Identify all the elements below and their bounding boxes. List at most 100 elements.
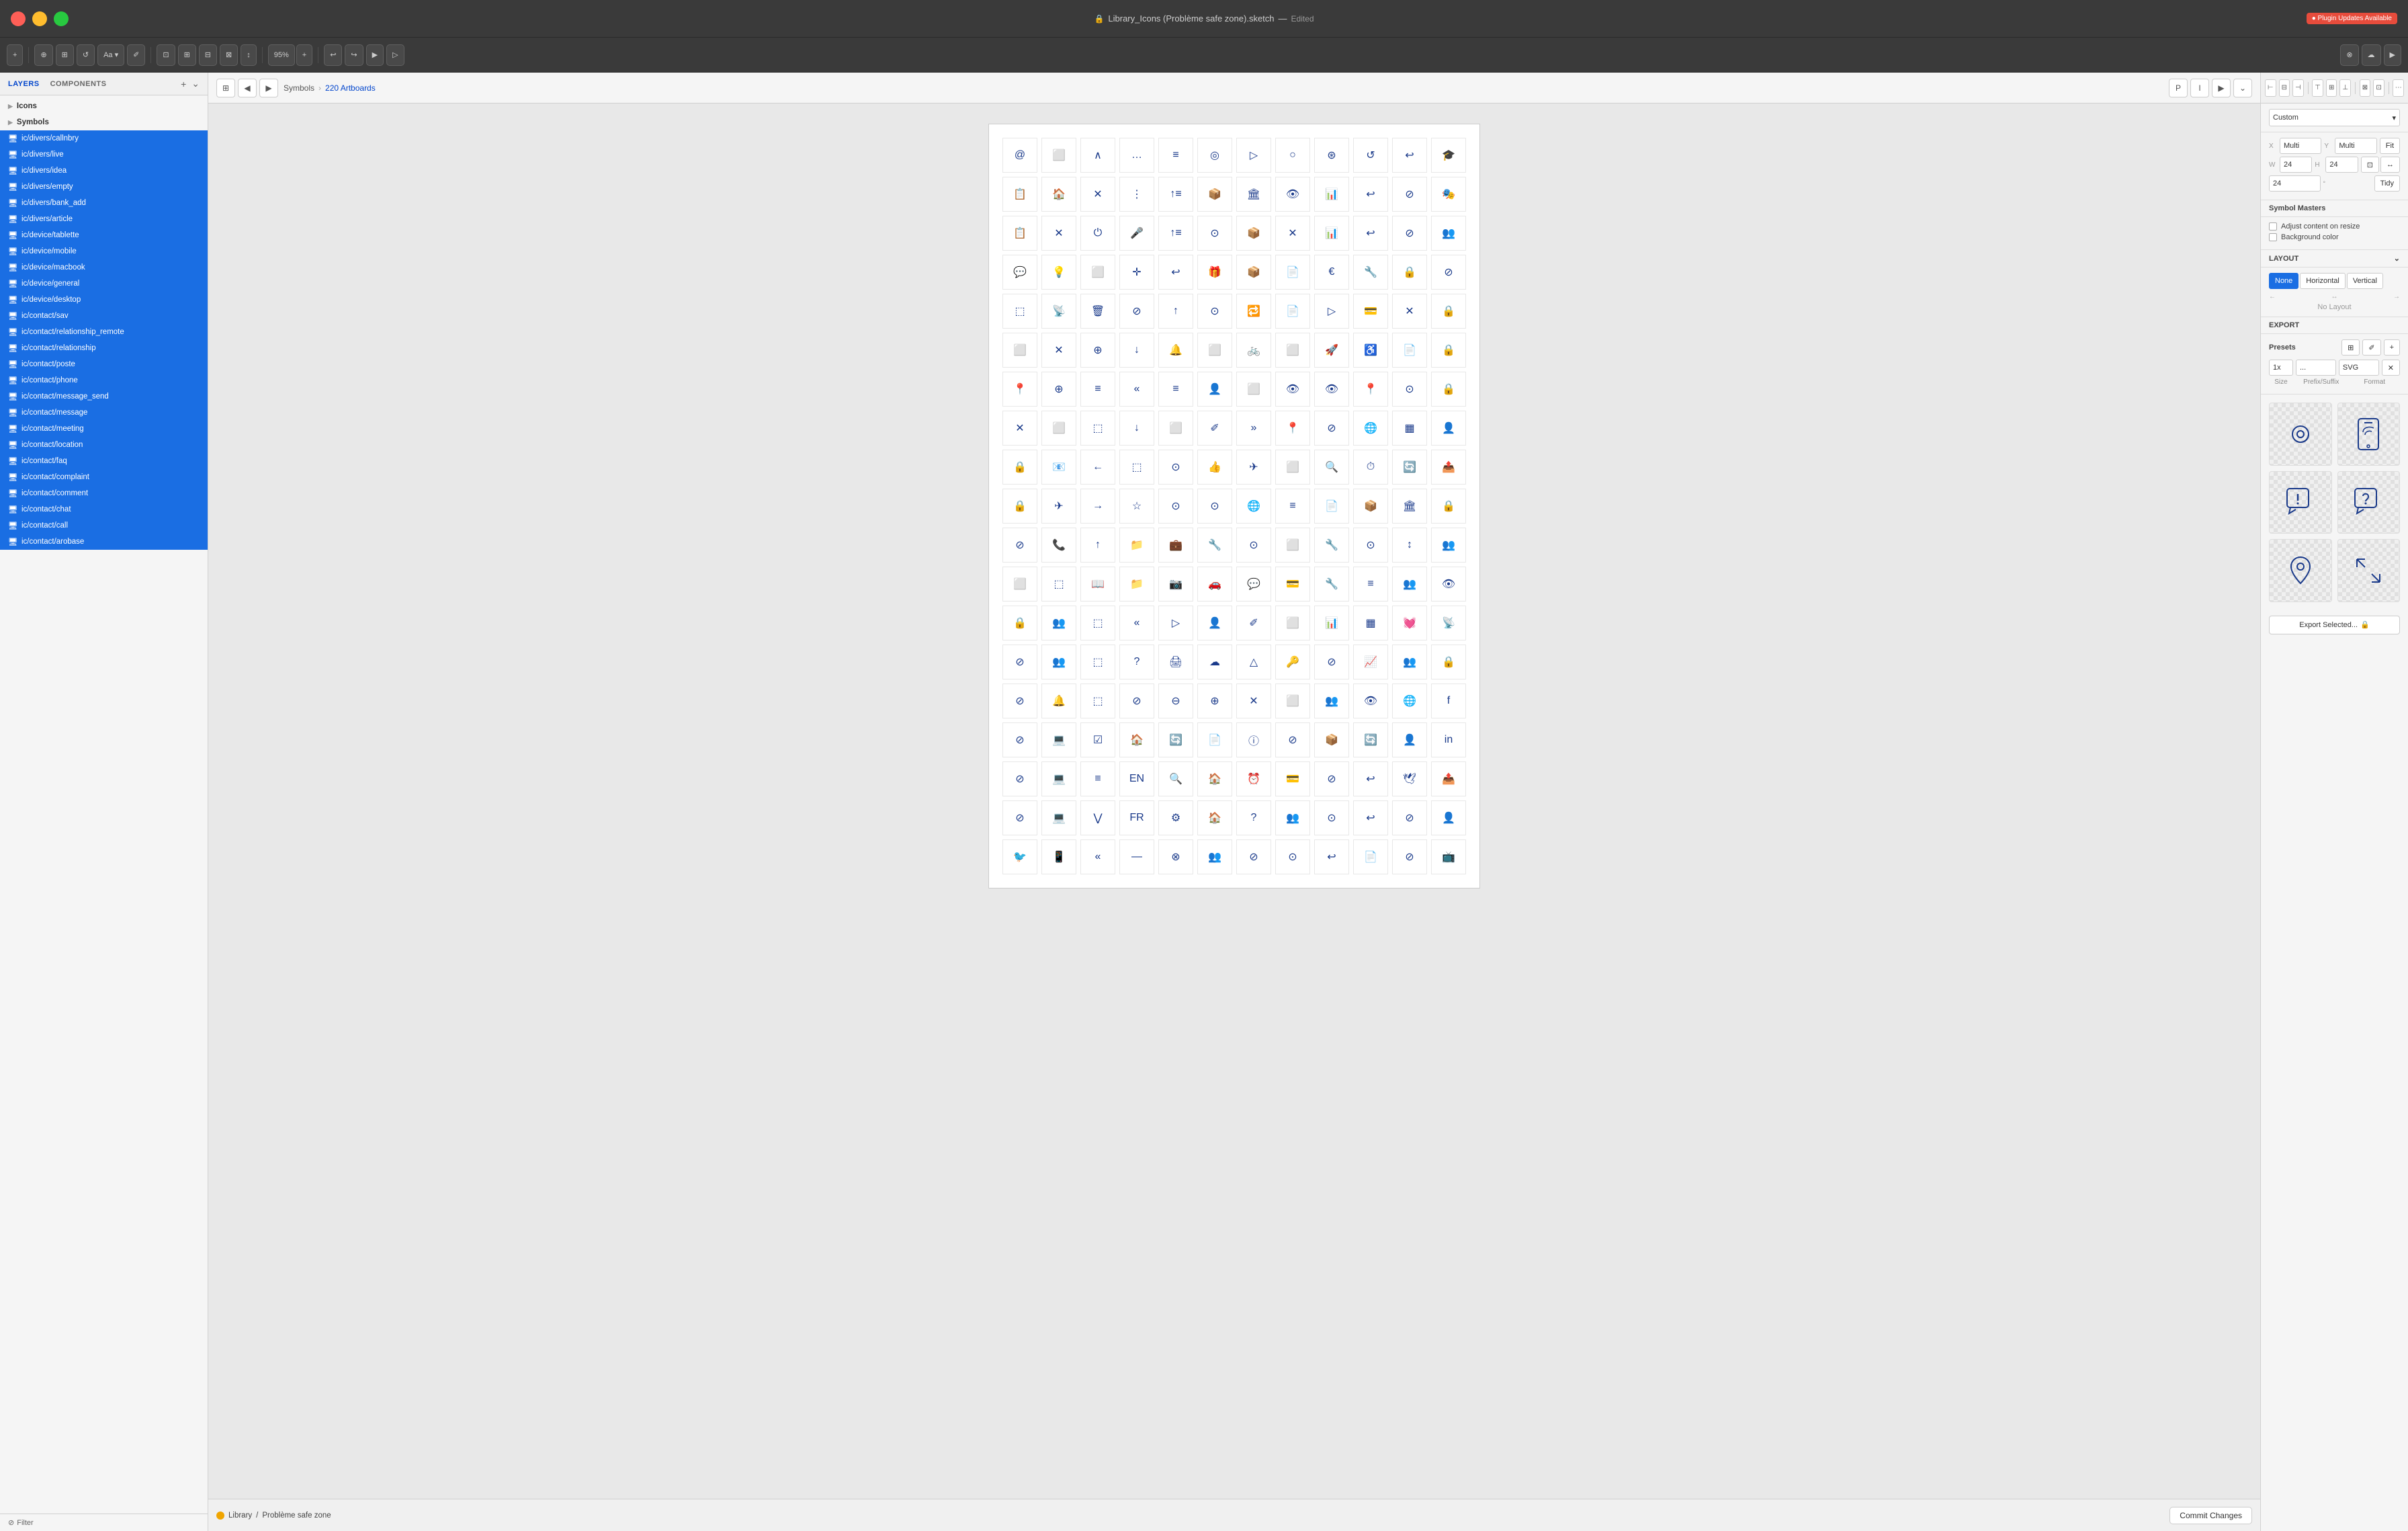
layer-item[interactable]: 🖥 ic/contact/complaint bbox=[0, 469, 208, 485]
icon-cell[interactable]: ⏱ bbox=[1353, 450, 1388, 485]
icon-cell[interactable]: 🔔 bbox=[1041, 684, 1076, 718]
icon-cell[interactable]: 🕊 bbox=[1392, 761, 1427, 796]
align-middle-btn[interactable]: ⊞ bbox=[2326, 79, 2337, 97]
icon-cell[interactable]: « bbox=[1119, 372, 1154, 407]
history-forward[interactable]: ↪ bbox=[345, 44, 363, 66]
icon-cell[interactable]: ⊙ bbox=[1197, 489, 1232, 524]
text-btn[interactable]: Aa ▾ bbox=[97, 44, 124, 66]
layout-horizontal-btn[interactable]: Horizontal bbox=[2300, 273, 2346, 289]
insert-btn[interactable]: ⊞ bbox=[56, 44, 74, 66]
icon-cell[interactable]: ⊘ bbox=[1314, 411, 1349, 446]
icon-cell[interactable]: ⊘ bbox=[1002, 684, 1037, 718]
icon-cell[interactable]: 💓 bbox=[1392, 606, 1427, 640]
icon-cell[interactable]: ↕ bbox=[1392, 528, 1427, 563]
layer-item[interactable]: 🖥 ic/contact/message_send bbox=[0, 388, 208, 405]
icon-cell[interactable]: 💳 bbox=[1275, 567, 1310, 602]
icon-cell[interactable]: ⊘ bbox=[1431, 255, 1466, 290]
icon-cell[interactable]: → bbox=[1080, 489, 1115, 524]
distribute[interactable]: ⊠ bbox=[220, 44, 238, 66]
icon-cell[interactable]: ☑ bbox=[1080, 722, 1115, 757]
icon-cell[interactable]: 📁 bbox=[1119, 528, 1154, 563]
icon-cell[interactable]: ↩ bbox=[1353, 177, 1388, 212]
prototype-btn[interactable]: P bbox=[2169, 79, 2188, 97]
cloud-btn[interactable]: ☁ bbox=[2362, 44, 2381, 66]
icon-cell[interactable]: ⊘ bbox=[1392, 839, 1427, 874]
align-right[interactable]: ⊟ bbox=[199, 44, 217, 66]
format-field[interactable]: SVG bbox=[2339, 360, 2379, 376]
history-back[interactable]: ↩ bbox=[324, 44, 342, 66]
icon-cell[interactable]: 📄 bbox=[1314, 489, 1349, 524]
layout-none-btn[interactable]: None bbox=[2269, 273, 2298, 289]
icon-cell[interactable]: 💬 bbox=[1236, 567, 1271, 602]
icon-cell[interactable]: ▷ bbox=[1158, 606, 1193, 640]
icon-cell[interactable]: ⊙ bbox=[1314, 800, 1349, 835]
icon-cell[interactable]: ✕ bbox=[1236, 684, 1271, 718]
icon-cell[interactable]: 👥 bbox=[1392, 645, 1427, 679]
layer-item[interactable]: 🖥 ic/device/general bbox=[0, 276, 208, 292]
layer-item[interactable]: 🖥 ic/contact/location bbox=[0, 437, 208, 453]
icon-cell[interactable]: ⊘ bbox=[1002, 761, 1037, 796]
icon-cell[interactable]: ⊙ bbox=[1197, 294, 1232, 329]
icon-cell[interactable]: 🔒 bbox=[1002, 489, 1037, 524]
icon-cell[interactable]: ☆ bbox=[1119, 489, 1154, 524]
remove-preset-btn[interactable]: ✕ bbox=[2382, 360, 2400, 376]
icon-cell[interactable]: 📍 bbox=[1275, 411, 1310, 446]
icon-cell[interactable]: 🚀 bbox=[1314, 333, 1349, 368]
icon-cell[interactable]: ⬜ bbox=[1041, 411, 1076, 446]
icon-cell[interactable]: 👤 bbox=[1431, 800, 1466, 835]
align-left[interactable]: ⊡ bbox=[157, 44, 175, 66]
icon-cell[interactable]: ↩ bbox=[1353, 216, 1388, 251]
icon-cell[interactable]: 📊 bbox=[1314, 216, 1349, 251]
thumbnail-phone[interactable] bbox=[2337, 403, 2401, 466]
inspect-btn[interactable]: I bbox=[2190, 79, 2209, 97]
icon-cell[interactable]: « bbox=[1080, 839, 1115, 874]
icon-cell[interactable]: ⊙ bbox=[1353, 528, 1388, 563]
distribute-h-btn[interactable]: ⊠ bbox=[2360, 79, 2371, 97]
icon-cell[interactable]: 💼 bbox=[1158, 528, 1193, 563]
icon-cell[interactable]: ✕ bbox=[1392, 294, 1427, 329]
icon-cell[interactable]: ≡ bbox=[1158, 138, 1193, 173]
icon-cell[interactable]: ⬜ bbox=[1275, 450, 1310, 485]
icon-cell[interactable]: € bbox=[1314, 255, 1349, 290]
preset-add-btn[interactable]: + bbox=[2384, 339, 2400, 356]
icon-cell[interactable]: — bbox=[1119, 839, 1154, 874]
icon-cell[interactable]: 📋 bbox=[1002, 216, 1037, 251]
layer-item[interactable]: 🖥 ic/contact/meeting bbox=[0, 421, 208, 437]
icon-cell[interactable]: 📖 bbox=[1080, 567, 1115, 602]
icon-cell[interactable]: ⊘ bbox=[1392, 177, 1427, 212]
align-top-btn[interactable]: ⊤ bbox=[2312, 79, 2323, 97]
icon-cell[interactable]: ↩ bbox=[1353, 800, 1388, 835]
nav-back-btn[interactable]: ◀ bbox=[238, 79, 257, 97]
icon-cell[interactable]: ✕ bbox=[1275, 216, 1310, 251]
breadcrumb-artboards[interactable]: 220 Artboards bbox=[325, 83, 376, 93]
scale-field[interactable]: 1x bbox=[2269, 360, 2293, 376]
icon-cell[interactable]: 🎤 bbox=[1119, 216, 1154, 251]
w-field[interactable]: 24 bbox=[2280, 157, 2312, 173]
icon-cell[interactable]: ⬜ bbox=[1197, 333, 1232, 368]
icon-cell[interactable]: ≡ bbox=[1080, 761, 1115, 796]
icon-cell[interactable]: 🔒 bbox=[1431, 333, 1466, 368]
icon-cell[interactable]: 📍 bbox=[1353, 372, 1388, 407]
icon-cell[interactable]: 🔒 bbox=[1431, 645, 1466, 679]
icon-cell[interactable]: ⬚ bbox=[1080, 606, 1115, 640]
icon-cell[interactable]: 🔧 bbox=[1353, 255, 1388, 290]
thumbnail-location[interactable] bbox=[2269, 539, 2332, 602]
icon-cell[interactable]: ⊘ bbox=[1002, 800, 1037, 835]
icon-cell[interactable]: ⬜ bbox=[1275, 606, 1310, 640]
icon-cell[interactable]: 📍 bbox=[1002, 372, 1037, 407]
close-button[interactable] bbox=[11, 11, 26, 26]
icon-cell[interactable]: 📡 bbox=[1431, 606, 1466, 640]
layer-item[interactable]: 🖥 ic/contact/arobase bbox=[0, 534, 208, 550]
icon-cell[interactable]: 📱 bbox=[1041, 839, 1076, 874]
icon-cell[interactable]: 🔔 bbox=[1158, 333, 1193, 368]
layer-item[interactable]: 🖥 ic/divers/empty bbox=[0, 179, 208, 195]
y-field[interactable]: Multi bbox=[2335, 138, 2376, 154]
thumbnail-close-expand[interactable] bbox=[2337, 539, 2401, 602]
icon-cell[interactable]: 📷 bbox=[1158, 567, 1193, 602]
icon-cell[interactable]: ✕ bbox=[1002, 411, 1037, 446]
adjust-content-checkbox[interactable] bbox=[2269, 222, 2277, 231]
icon-cell[interactable]: ⊙ bbox=[1392, 372, 1427, 407]
icon-cell[interactable]: ⚙ bbox=[1158, 800, 1193, 835]
icon-cell[interactable]: ⏻ bbox=[1080, 216, 1115, 251]
icon-cell[interactable]: 💳 bbox=[1275, 761, 1310, 796]
